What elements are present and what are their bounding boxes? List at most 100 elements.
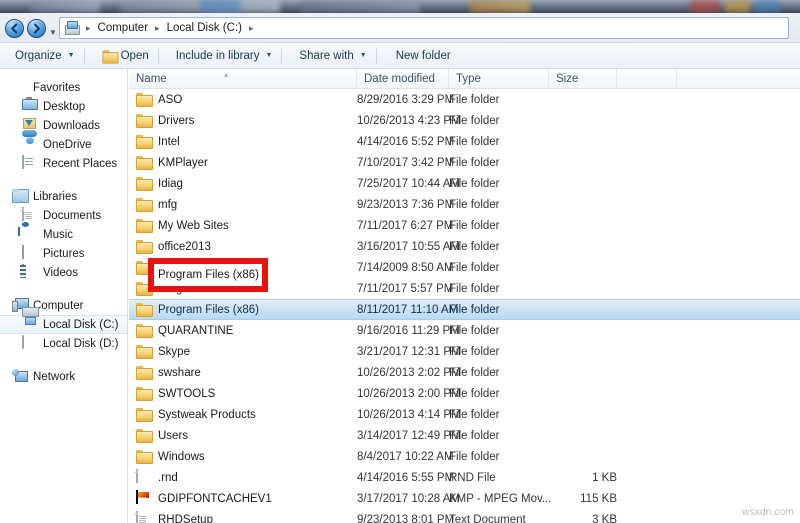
column-label-size: Size xyxy=(556,73,579,85)
folder-icon xyxy=(136,176,152,191)
file-date-cell: 7/11/2017 5:57 PM xyxy=(357,282,454,295)
file-name-cell: mfg xyxy=(129,197,177,212)
sidebar-item-favorites[interactable]: Favorites xyxy=(0,78,127,97)
folder-icon xyxy=(136,386,152,401)
table-row[interactable]: DAT GDIPFONTCACHEV1 3/17/2017 10:28 AM K… xyxy=(129,488,800,509)
breadcrumb-item-local-disk-c[interactable]: Local Disk (C:) xyxy=(164,21,245,35)
table-row[interactable]: RHDSetup 9/23/2013 8:01 PM Text Document… xyxy=(129,509,800,523)
file-size-cell: 115 KB xyxy=(580,492,617,505)
sidebar-item-music[interactable]: Music xyxy=(0,225,127,244)
table-row-selected[interactable]: Program Files (x86) 8/11/2017 11:10 AM F… xyxy=(129,299,800,320)
sidebar-item-videos[interactable]: Videos xyxy=(0,263,127,282)
open-button[interactable]: Open xyxy=(95,46,156,65)
file-type-cell: File folder xyxy=(449,345,500,358)
file-date-cell: 3/17/2017 10:28 AM xyxy=(357,492,460,505)
breadcrumb-separator-0: ▸ xyxy=(86,22,91,33)
folder-icon xyxy=(136,449,152,464)
table-row[interactable]: Intel 4/14/2016 5:52 PM File folder xyxy=(129,131,800,152)
folder-icon xyxy=(136,428,152,443)
table-row[interactable]: Drivers 10/26/2013 4:23 PM File folder xyxy=(129,110,800,131)
table-row[interactable]: Idiag 7/25/2017 10:44 AM File folder xyxy=(129,173,800,194)
share-with-button[interactable]: Share with ▼ xyxy=(292,47,373,65)
desktop-icon xyxy=(22,99,38,115)
file-type-cell: RND File xyxy=(449,471,496,484)
sidebar-label-music: Music xyxy=(43,228,74,241)
table-row[interactable]: QUARANTINE 9/16/2016 11:29 PM File folde… xyxy=(129,320,800,341)
forward-arrow-icon[interactable] xyxy=(27,19,46,38)
table-row[interactable]: mfg 9/23/2013 7:36 PM File folder xyxy=(129,194,800,215)
file-type-cell: File folder xyxy=(449,219,500,232)
table-row[interactable]: swshare 10/26/2013 2:02 PM File folder xyxy=(129,362,800,383)
sidebar-item-documents[interactable]: Documents xyxy=(0,206,127,225)
table-row[interactable]: My Web Sites 7/11/2017 6:27 PM File fold… xyxy=(129,215,800,236)
libraries-icon xyxy=(12,189,28,205)
folder-icon xyxy=(136,197,152,212)
navigation-pane: Favorites Desktop Downloads OneDrive Rec… xyxy=(0,69,128,523)
file-type-cell: File folder xyxy=(449,450,500,463)
file-name-label: Systweak Products xyxy=(158,408,256,421)
file-date-cell: 10/26/2013 2:02 PM xyxy=(357,366,461,379)
folder-icon xyxy=(136,134,152,149)
file-type-cell: File folder xyxy=(449,261,500,274)
file-date-cell: 10/26/2013 4:23 PM xyxy=(357,114,461,127)
column-header-name[interactable]: Name ▴ xyxy=(129,69,357,89)
file-date-cell: 9/23/2013 7:36 PM xyxy=(357,198,455,211)
sidebar-item-network[interactable]: Network xyxy=(0,367,127,386)
file-type-cell: File folder xyxy=(449,198,500,211)
explorer-window: ▼ ▸ Computer ▸ Local Disk (C:) ▸ Organiz… xyxy=(0,0,800,523)
sidebar-item-onedrive[interactable]: OneDrive xyxy=(0,135,127,154)
new-folder-button[interactable]: New folder xyxy=(389,47,458,65)
sidebar-item-local-disk-c[interactable]: Local Disk (C:) xyxy=(0,315,127,334)
table-row[interactable]: Skype 3/21/2017 12:31 PM File folder xyxy=(129,341,800,362)
column-header-size[interactable]: Size xyxy=(549,69,617,89)
breadcrumb-separator-2[interactable]: ▸ xyxy=(245,23,258,34)
chevron-down-icon: ▼ xyxy=(67,52,75,59)
organize-button[interactable]: Organize ▼ xyxy=(8,47,82,65)
sidebar-item-local-disk-d[interactable]: Local Disk (D:) xyxy=(0,334,127,353)
column-header-type[interactable]: Type xyxy=(449,69,549,89)
table-row[interactable]: Systweak Products 10/26/2013 4:14 PM Fil… xyxy=(129,404,800,425)
chevron-down-icon[interactable]: ▼ xyxy=(49,28,57,37)
back-arrow-icon[interactable] xyxy=(5,19,24,38)
table-row[interactable]: ASO 8/29/2016 3:29 PM File folder xyxy=(129,89,800,110)
nav-group-libraries: Libraries Documents Music Pictures Video… xyxy=(0,187,127,282)
include-in-library-button[interactable]: Include in library ▼ xyxy=(169,47,280,65)
table-row[interactable]: Users 3/14/2017 12:49 PM File folder xyxy=(129,425,800,446)
sidebar-label-favorites: Favorites xyxy=(33,81,81,94)
file-date-cell: 3/21/2017 12:31 PM xyxy=(357,345,461,358)
table-row[interactable]: .rnd 4/14/2016 5:55 PM RND File 1 KB xyxy=(129,467,800,488)
file-name-cell: RHDSetup xyxy=(129,511,213,523)
sidebar-label-downloads: Downloads xyxy=(43,119,100,132)
breadcrumb-item-computer[interactable]: Computer xyxy=(95,21,152,35)
table-row[interactable]: Windows 8/4/2017 10:22 AM File folder xyxy=(129,446,800,467)
star-icon xyxy=(12,80,28,96)
file-name-label: Windows xyxy=(158,450,205,463)
sidebar-item-pictures[interactable]: Pictures xyxy=(0,244,127,263)
sidebar-item-desktop[interactable]: Desktop xyxy=(0,97,127,116)
folder-icon xyxy=(136,407,152,422)
file-name-cell: Windows xyxy=(129,449,205,464)
toolbar-separator xyxy=(157,47,159,64)
table-row[interactable]: SWTOOLS 10/26/2013 2:00 PM File folder xyxy=(129,383,800,404)
sidebar-item-computer[interactable]: Computer xyxy=(0,296,127,315)
file-name-cell: SWTOOLS xyxy=(129,386,215,401)
sidebar-item-downloads[interactable]: Downloads xyxy=(0,116,127,135)
sidebar-label-local-disk-c: Local Disk (C:) xyxy=(43,318,119,331)
folder-icon xyxy=(136,155,152,170)
share-with-label: Share with xyxy=(299,49,354,62)
file-name-label: Program Files (x86) xyxy=(158,303,259,316)
file-date-cell: 4/14/2016 5:52 PM xyxy=(357,135,455,148)
folder-icon xyxy=(136,218,152,233)
table-row[interactable]: office2013 3/16/2017 10:55 AM File folde… xyxy=(129,236,800,257)
file-date-cell: 3/16/2017 10:55 AM xyxy=(357,240,460,253)
file-name-cell: Idiag xyxy=(129,176,183,191)
table-row[interactable]: KMPlayer 7/10/2017 3:42 PM File folder xyxy=(129,152,800,173)
sidebar-item-recent-places[interactable]: Recent Places xyxy=(0,154,127,173)
breadcrumb[interactable]: ▸ Computer ▸ Local Disk (C:) ▸ xyxy=(59,17,789,39)
sidebar-item-libraries[interactable]: Libraries xyxy=(0,187,127,206)
file-name-cell: office2013 xyxy=(129,239,211,254)
column-header-date-modified[interactable]: Date modified xyxy=(357,69,449,89)
text-document-icon xyxy=(136,511,152,523)
column-header-spare[interactable] xyxy=(617,69,677,89)
